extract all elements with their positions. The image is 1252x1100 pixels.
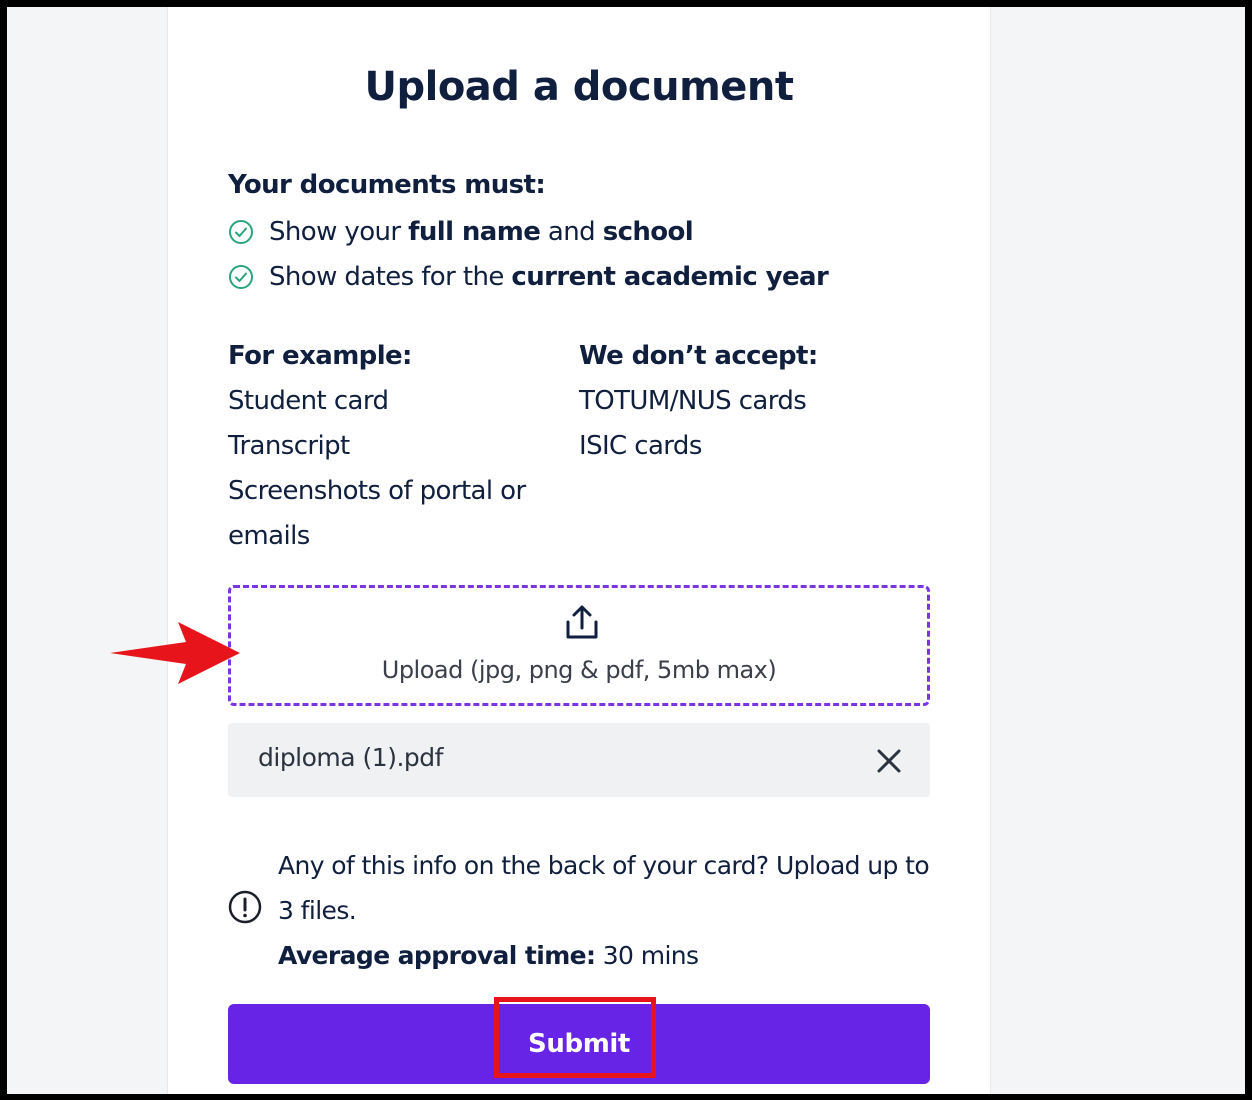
check-circle-icon — [229, 220, 253, 244]
uploaded-file-row: diploma (1).pdf — [228, 723, 930, 797]
submit-button[interactable]: Submit — [228, 1004, 930, 1084]
info-message: Any of this info on the back of your car… — [278, 843, 938, 978]
requirement-text: Show your full name and school — [269, 217, 694, 247]
examples-heading: For example: — [228, 341, 412, 371]
not-accepted-item: ISIC cards — [579, 431, 702, 461]
requirement-item-academic-year: Show dates for the current academic year — [228, 259, 829, 295]
examples-column: For example: Student card Transcript Scr… — [228, 334, 548, 559]
back-of-card-note: Any of this info on the back of your car… — [278, 851, 930, 925]
upload-icon — [566, 605, 598, 639]
upload-dropzone[interactable]: Upload (jpg, png & pdf, 5mb max) — [228, 585, 930, 706]
close-icon[interactable] — [876, 748, 902, 774]
approval-time: Average approval time: 30 mins — [278, 941, 699, 970]
requirements-heading: Your documents must: — [228, 170, 546, 200]
example-item: emails — [228, 521, 310, 551]
check-circle-icon — [229, 265, 253, 289]
upload-label: Upload (jpg, png & pdf, 5mb max) — [381, 656, 777, 684]
example-item: Screenshots of portal or — [228, 476, 526, 506]
not-accepted-column: We don’t accept: TOTUM/NUS cards ISIC ca… — [579, 334, 939, 469]
page-title: Upload a document — [364, 64, 794, 110]
requirement-text: Show dates for the current academic year — [269, 262, 829, 292]
not-accepted-item: TOTUM/NUS cards — [579, 386, 807, 416]
file-name: diploma (1).pdf — [258, 743, 443, 772]
requirement-item-name-school: Show your full name and school — [228, 214, 694, 250]
annotation-arrow — [110, 622, 240, 684]
example-item: Transcript — [228, 431, 350, 461]
example-item: Student card — [228, 386, 389, 416]
upload-card: Upload a document Your documents must: S… — [167, 0, 991, 1100]
exclamation-circle-icon — [228, 890, 262, 924]
not-accepted-heading: We don’t accept: — [579, 341, 818, 371]
